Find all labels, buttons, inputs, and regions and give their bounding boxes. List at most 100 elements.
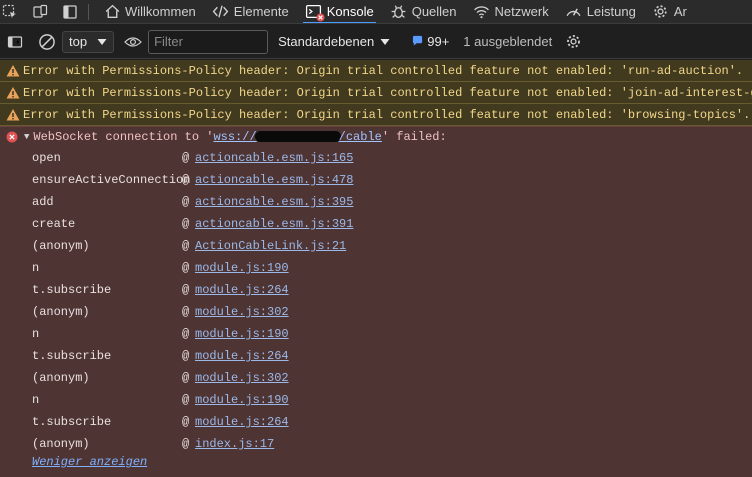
- frame-source-link[interactable]: actioncable.esm.js:165: [195, 151, 353, 165]
- stack-frame: add @ actioncable.esm.js:395: [0, 191, 752, 213]
- console-icon: [305, 3, 325, 22]
- url-end: /cable: [338, 130, 382, 144]
- error-prefix: WebSocket connection to ': [33, 130, 214, 144]
- frame-function: (anonym): [32, 371, 90, 385]
- frame-function: create: [32, 217, 76, 231]
- stack-frame: n @ module.js:190: [0, 257, 752, 279]
- stack-frame: (anonym) @ ActionCableLink.js:21: [0, 235, 752, 257]
- frame-source-link[interactable]: actioncable.esm.js:478: [195, 173, 353, 187]
- frame-source-link[interactable]: module.js:264: [195, 283, 289, 297]
- issues-badge[interactable]: 99+: [412, 34, 449, 49]
- eye-icon: [124, 36, 142, 47]
- tab-konsole[interactable]: Konsole: [297, 0, 382, 23]
- frame-at: @: [182, 393, 190, 407]
- console-settings-button[interactable]: [560, 29, 586, 55]
- tab-quellen[interactable]: Quellen: [382, 0, 465, 23]
- stack-frame: (anonym) @ index.js:17: [0, 433, 752, 455]
- stack-frame: n @ module.js:190: [0, 323, 752, 345]
- devtools-tab-bar: Willkommen Elemente Konsole Quellen Netz…: [0, 0, 752, 24]
- frame-source-link[interactable]: actioncable.esm.js:395: [195, 195, 353, 209]
- frame-function: (anonym): [32, 305, 90, 319]
- frame-at: @: [182, 261, 190, 275]
- dock-side-icon[interactable]: [60, 0, 80, 23]
- show-less-link[interactable]: Weniger anzeigen: [32, 455, 147, 469]
- warning-text: Error with Permissions-Policy header: Or…: [23, 63, 744, 78]
- frame-source-link[interactable]: module.js:302: [195, 305, 289, 319]
- stack-frame: (anonym) @ module.js:302: [0, 367, 752, 389]
- error-badge-icon: [316, 12, 325, 22]
- clear-console-button[interactable]: [34, 29, 60, 55]
- tab-label: Netzwerk: [494, 4, 549, 19]
- clear-icon: [39, 33, 55, 50]
- tab-elemente[interactable]: Elemente: [204, 0, 297, 23]
- warning-text: Error with Permissions-Policy header: Or…: [23, 85, 752, 100]
- error-icon: [6, 131, 18, 143]
- redacted-host: [254, 131, 341, 143]
- frame-at: @: [182, 305, 190, 319]
- tab-label: Konsole: [326, 4, 374, 19]
- frame-function: n: [32, 327, 40, 341]
- frame-function: (anonym): [32, 437, 90, 451]
- error-header[interactable]: ▼ WebSocket connection to ' wss:// /cable '…: [0, 127, 752, 147]
- websocket-url-link[interactable]: wss:// /cable: [213, 130, 381, 144]
- sidebar-toggle-button[interactable]: [2, 29, 28, 55]
- tab-willkommen[interactable]: Willkommen: [95, 0, 204, 23]
- frame-source-link[interactable]: module.js:190: [195, 393, 289, 407]
- stack-trace: open @ actioncable.esm.js:165 ensureActiveC…: [0, 147, 752, 455]
- filter-input[interactable]: [148, 29, 269, 54]
- stack-frame: n @ module.js:190: [0, 389, 752, 411]
- context-select[interactable]: top: [62, 30, 115, 53]
- tab-label: Quellen: [411, 4, 457, 19]
- frame-source-link[interactable]: actioncable.esm.js:391: [195, 217, 353, 231]
- log-levels-label: Standardebenen: [278, 34, 375, 49]
- frame-source-link[interactable]: module.js:190: [195, 261, 289, 275]
- frame-at: @: [182, 151, 190, 165]
- inspect-element-icon[interactable]: [0, 0, 20, 23]
- frame-at: @: [182, 195, 190, 209]
- tab-netzwerk[interactable]: Netzwerk: [465, 0, 557, 23]
- tab-label: Leistung: [586, 4, 636, 19]
- issues-icon: [412, 34, 423, 49]
- frame-source-link[interactable]: module.js:264: [195, 349, 289, 363]
- stack-frame: open @ actioncable.esm.js:165: [0, 147, 752, 169]
- frame-function: open: [32, 151, 61, 165]
- device-emulation-icon[interactable]: [30, 0, 50, 23]
- tab-leistung[interactable]: Leistung: [557, 0, 644, 23]
- stack-frame: ensureActiveConnection @ actioncable.esm.j…: [0, 169, 752, 191]
- frame-source-link[interactable]: index.js:17: [195, 437, 274, 451]
- stack-frame: (anonym) @ module.js:302: [0, 301, 752, 323]
- frame-function: add: [32, 195, 54, 209]
- frame-at: @: [182, 371, 190, 385]
- frame-source-link[interactable]: module.js:264: [195, 415, 289, 429]
- log-levels-dropdown[interactable]: Standardebenen: [278, 34, 390, 49]
- caret-down-icon: [380, 34, 390, 49]
- frame-function: n: [32, 261, 40, 275]
- stack-frame: t.subscribe @ module.js:264: [0, 411, 752, 433]
- frame-function: t.subscribe: [32, 415, 112, 429]
- frame-function: ensureActiveConnection: [32, 173, 191, 187]
- stack-frame: t.subscribe @ module.js:264: [0, 279, 752, 301]
- tab-label: Willkommen: [125, 4, 196, 19]
- tab-label: Elemente: [233, 4, 289, 19]
- frame-function: (anonym): [32, 239, 90, 253]
- frame-at: @: [182, 437, 190, 451]
- frame-at: @: [182, 239, 190, 253]
- warning-message: Error with Permissions-Policy header: Or…: [0, 82, 752, 104]
- frame-at: @: [182, 173, 190, 187]
- expand-triangle-icon[interactable]: ▼: [24, 132, 29, 142]
- code-icon: [212, 3, 230, 21]
- home-icon: [103, 3, 121, 21]
- gear-icon: [652, 3, 670, 21]
- context-value: top: [69, 34, 88, 49]
- live-expression-button[interactable]: [120, 29, 146, 55]
- frame-at: @: [182, 217, 190, 231]
- gear-icon: [566, 35, 580, 48]
- warning-text: Error with Permissions-Policy header: Or…: [23, 107, 751, 122]
- tab-ar[interactable]: Ar: [644, 0, 695, 23]
- warning-icon: [6, 86, 20, 98]
- frame-source-link[interactable]: module.js:190: [195, 327, 289, 341]
- url-start: wss://: [213, 130, 257, 144]
- warning-icon: [6, 64, 20, 76]
- frame-source-link[interactable]: module.js:302: [195, 371, 289, 385]
- frame-source-link[interactable]: ActionCableLink.js:21: [195, 239, 346, 253]
